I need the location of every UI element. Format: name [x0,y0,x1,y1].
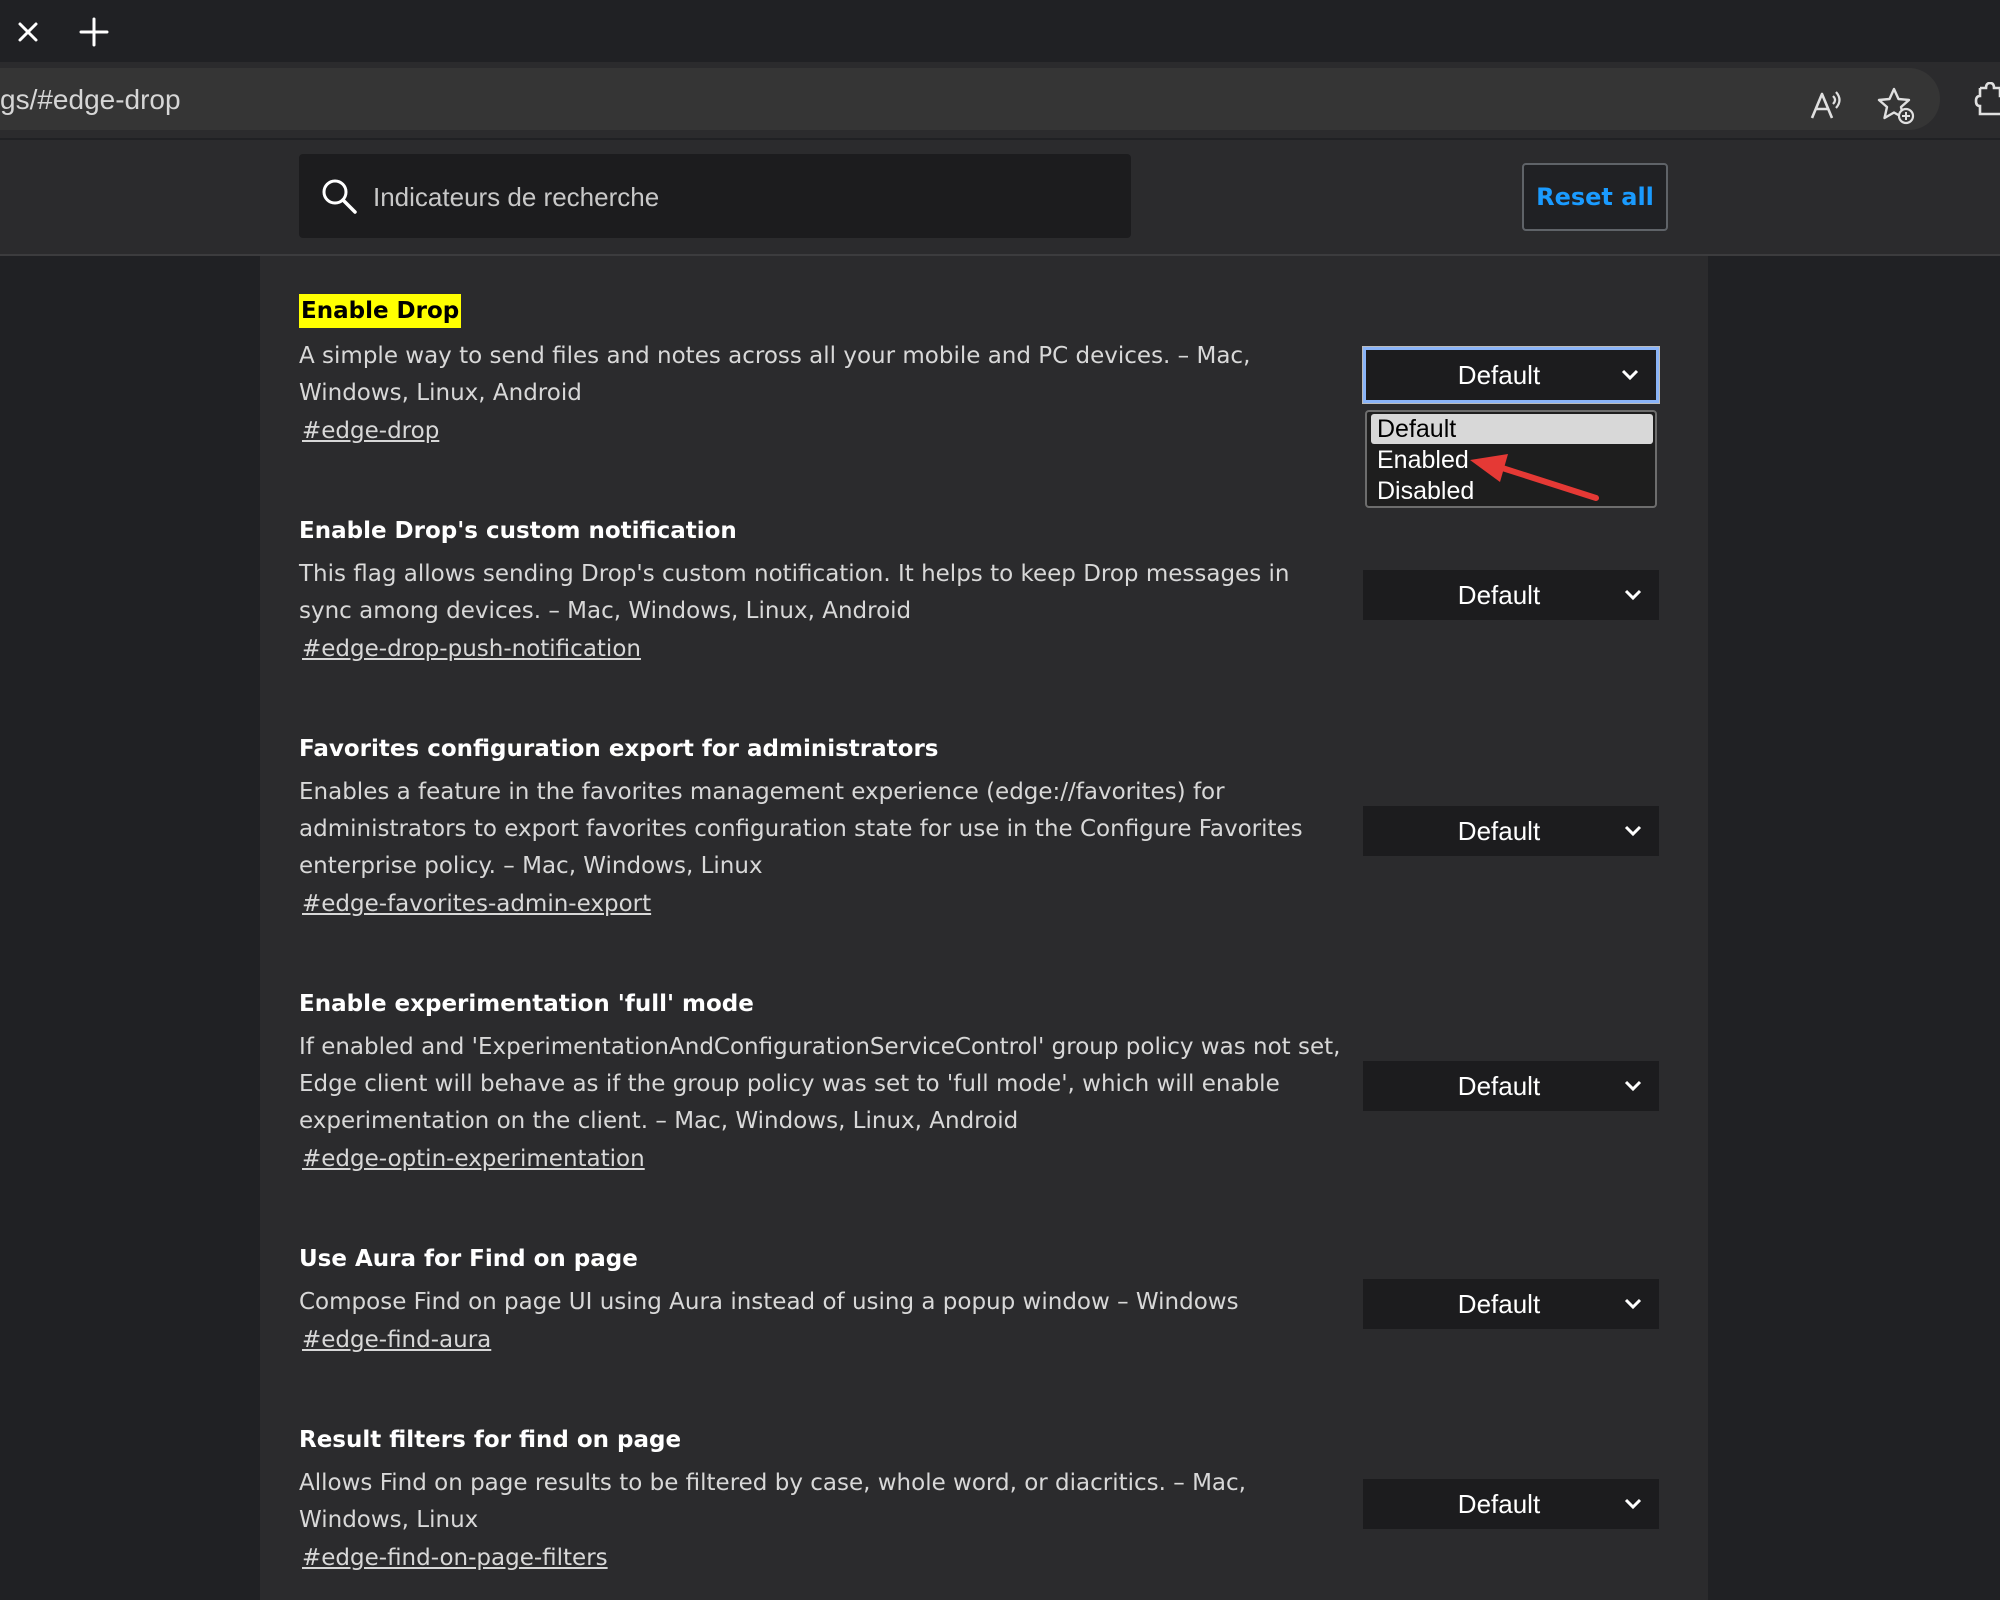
flag-description: Enables a feature in the favorites manag… [299,779,1303,879]
flag-link[interactable]: #edge-favorites-admin-export [302,891,651,917]
flag-link[interactable]: #edge-optin-experimentation [302,1146,645,1172]
flag-title: Enable Drop [299,294,462,328]
search-icon [322,179,357,214]
select-value: Default [1457,579,1541,610]
reset-all-button[interactable]: Reset all [1522,163,1668,231]
chevron-down-icon [1624,825,1642,837]
read-aloud-button[interactable] [1802,82,1850,130]
chevron-down-icon [1624,589,1642,601]
extensions-icon[interactable] [1970,82,2000,120]
select-value: Default [1457,1488,1541,1519]
flag-link[interactable]: #edge-drop-push-notification [302,636,641,662]
star-add-icon [1877,87,1915,125]
favorites-button[interactable] [1872,82,1920,130]
option-default[interactable]: Default [1371,414,1653,444]
close-tab-button[interactable] [8,14,48,50]
flag-description: Allows Find on page results to be filter… [299,1470,1246,1533]
flag-select-edge-find-on-page-filters[interactable]: Default [1363,1479,1659,1529]
chevron-down-icon [1624,1498,1642,1510]
flag-select-edge-drop[interactable]: Default [1362,346,1660,404]
close-icon [18,22,38,42]
flag-link[interactable]: #edge-find-aura [302,1327,491,1353]
flag-select-edge-optin-experimentation[interactable]: Default [1363,1061,1659,1111]
flag-select-edge-favorites-admin-export[interactable]: Default [1363,806,1659,856]
address-bar[interactable]: gs/#edge-drop [0,68,1940,130]
flag-title: Favorites configuration export for admin… [299,736,939,762]
flag-link[interactable]: #edge-find-on-page-filters [302,1545,608,1571]
flag-title: Enable experimentation 'full' mode [299,991,754,1017]
flag-description: Compose Find on page UI using Aura inste… [299,1289,1239,1315]
new-tab-button[interactable] [72,12,116,52]
annotation-arrow [1470,454,1599,501]
flag-description: A simple way to send files and notes acr… [299,343,1251,406]
flag-description: If enabled and 'ExperimentationAndConfig… [299,1034,1341,1134]
search-box[interactable] [299,154,1131,240]
select-value: Default [1457,359,1541,390]
select-value: Default [1457,1070,1541,1101]
flag-title: Use Aura for Find on page [299,1246,638,1272]
chevron-down-icon [1621,369,1639,381]
flag-title: Result filters for find on page [299,1427,682,1453]
url-text[interactable]: gs/#edge-drop [0,84,181,116]
flag-title: Enable Drop's custom notification [299,518,737,544]
chevron-down-icon [1624,1080,1642,1092]
flag-select-edge-drop-push-notification[interactable]: Default [1363,570,1659,620]
flag-select-edge-find-aura[interactable]: Default [1363,1279,1659,1329]
search-input[interactable] [371,154,1115,240]
flag-description: This flag allows sending Drop's custom n… [299,561,1290,624]
browser-toolbar: gs/#edge-drop [0,62,2000,138]
select-value: Default [1457,1288,1541,1319]
read-aloud-icon [1810,91,1841,119]
flags-header: Reset all [0,140,2000,256]
flag-link[interactable]: #edge-drop [302,418,439,444]
select-value: Default [1457,815,1541,846]
tab-strip [0,0,2000,62]
plus-icon [79,17,109,47]
chevron-down-icon [1624,1298,1642,1310]
